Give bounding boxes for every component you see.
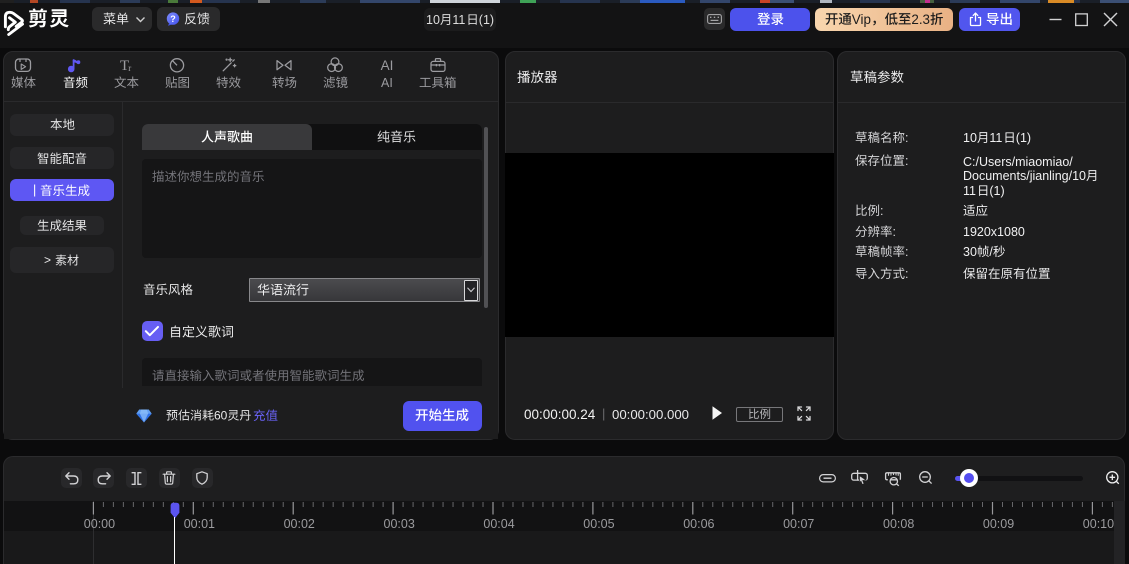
- svg-text:11: 11: [989, 131, 1002, 145]
- svg-text:10: 10: [426, 13, 440, 27]
- svg-text:11: 11: [963, 184, 976, 198]
- svg-text:/: /: [989, 245, 993, 259]
- svg-text:Vip: Vip: [852, 12, 871, 27]
- svg-text:?: ?: [170, 14, 176, 24]
- svg-text:(1): (1): [1016, 131, 1031, 145]
- svg-text:1920x1080: 1920x1080: [963, 225, 1025, 239]
- svg-text::: :: [905, 131, 908, 145]
- svg-text::: :: [880, 204, 883, 218]
- svg-text:(1): (1): [989, 184, 1004, 198]
- svg-text:C:/Users/miaomiao/: C:/Users/miaomiao/: [963, 155, 1073, 169]
- svg-text:AI: AI: [381, 76, 393, 90]
- svg-text:60: 60: [214, 409, 228, 423]
- svg-text:30: 30: [963, 245, 977, 259]
- svg-text:10: 10: [963, 131, 977, 145]
- svg-text:11: 11: [452, 13, 465, 27]
- svg-text:Documents/jianling/10: Documents/jianling/10: [963, 169, 1086, 183]
- svg-text:2.3: 2.3: [911, 12, 930, 27]
- svg-text::: :: [905, 154, 908, 168]
- svg-text:(1): (1): [479, 13, 494, 27]
- svg-text::: :: [893, 225, 896, 239]
- svg-text:r: r: [128, 63, 131, 73]
- svg-text::: :: [905, 245, 908, 259]
- svg-text::: :: [905, 267, 908, 281]
